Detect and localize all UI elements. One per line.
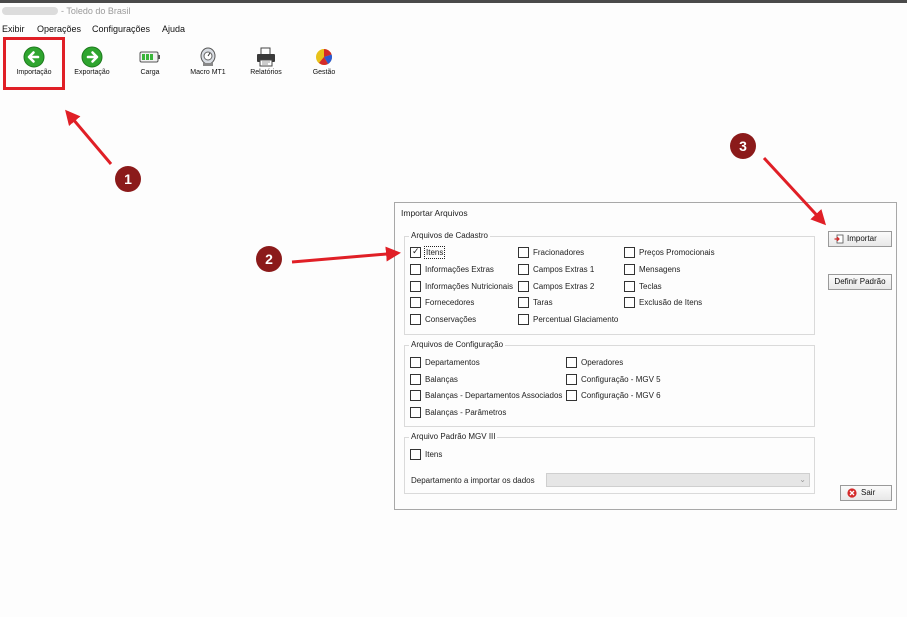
checkbox-label: Percentual Glaciamento xyxy=(533,315,619,324)
annotation-highlight-box xyxy=(3,37,65,90)
importar-button[interactable]: Importar xyxy=(828,231,892,247)
check-mark-icon: ✓ xyxy=(412,246,420,256)
printer-icon xyxy=(257,47,275,67)
checkbox-label: Fracionadores xyxy=(533,248,585,257)
annotation-arrow-2 xyxy=(291,246,401,264)
group-title-configuracao: Arquivos de Configuração xyxy=(409,340,506,349)
blurred-app-name xyxy=(2,7,58,15)
checkbox-label: Operadores xyxy=(581,358,624,367)
checkbox-label: Campos Extras 2 xyxy=(533,282,595,291)
checkbox-label: Exclusão de Itens xyxy=(639,298,703,307)
checkbox-label: Balanças - Departamentos Associados xyxy=(425,391,563,400)
checkbox-box xyxy=(566,374,577,385)
toolbar-relatorios-button[interactable]: Relatórios xyxy=(239,44,293,84)
checkbox-box xyxy=(624,264,635,275)
battery-icon xyxy=(139,51,160,63)
checkbox-box xyxy=(410,281,421,292)
import-file-icon xyxy=(834,234,844,244)
checkbox-box: ✓ xyxy=(410,246,421,258)
checkbox-label: Itens xyxy=(425,450,443,459)
checkbox-box xyxy=(566,390,577,401)
checkbox-label: Itens xyxy=(423,246,446,259)
annotation-arrow-1 xyxy=(65,109,113,165)
green-arrow-right-icon xyxy=(81,46,103,68)
checkbox-box xyxy=(518,281,529,292)
checkbox-box xyxy=(518,314,529,325)
window-title: - Toledo do Brasil xyxy=(2,6,130,16)
checkbox-box xyxy=(518,264,529,275)
annotation-badge-2: 2 xyxy=(256,246,282,272)
checkbox-label: Conservações xyxy=(425,315,477,324)
checkbox-label: Departamentos xyxy=(425,358,480,367)
checkbox-box xyxy=(624,281,635,292)
checkbox-box xyxy=(410,297,421,308)
checkbox-box xyxy=(410,314,421,325)
menu-exibir[interactable]: Exibir xyxy=(2,24,25,34)
title-bar-strip xyxy=(0,0,907,3)
pie-chart-icon xyxy=(316,49,333,65)
checkbox-box xyxy=(624,247,635,258)
checkbox-box xyxy=(410,264,421,275)
departamento-select[interactable]: ⌄ xyxy=(546,473,810,487)
sair-button-label: Sair xyxy=(861,488,876,497)
importar-arquivos-dialog: Importar Arquivos Arquivos de Cadastro A… xyxy=(394,202,897,510)
scale-icon xyxy=(200,47,216,66)
close-icon xyxy=(847,488,857,498)
checkbox-box xyxy=(624,297,635,308)
importar-button-label: Importar xyxy=(847,234,877,243)
sair-button[interactable]: Sair xyxy=(840,485,892,501)
toolbar-macro-mt1-button[interactable]: Macro MT1 xyxy=(181,44,235,84)
checkbox-label: Taras xyxy=(533,298,553,307)
menu-operacoes[interactable]: Operações xyxy=(37,24,81,34)
toolbar-gestao-label: Gestão xyxy=(312,69,336,76)
departamento-label: Departamento a importar os dados xyxy=(411,476,535,485)
checkbox-box xyxy=(410,357,421,368)
menu-ajuda[interactable]: Ajuda xyxy=(162,24,185,34)
toolbar-exportacao-label: Exportação xyxy=(74,69,110,76)
checkbox-box xyxy=(518,247,529,258)
checkbox-label: Preços Promocionais xyxy=(639,248,715,257)
definir-padrao-button[interactable]: Definir Padrão xyxy=(828,274,892,290)
chevron-down-icon: ⌄ xyxy=(799,475,806,484)
checkbox-label: Informações Extras xyxy=(425,265,494,274)
toolbar-gestao-button[interactable]: Gestão xyxy=(297,44,351,84)
checkbox-box xyxy=(518,297,529,308)
group-title-mgv3: Arquivo Padrão MGV III xyxy=(409,432,498,441)
checkbox-label: Campos Extras 1 xyxy=(533,265,595,274)
toolbar-carga-label: Carga xyxy=(140,69,160,76)
checkbox-label: Fornecedores xyxy=(425,298,475,307)
checkbox-box xyxy=(410,390,421,401)
annotation-badge-3: 3 xyxy=(730,133,756,159)
toolbar-macro-mt1-label: Macro MT1 xyxy=(190,69,226,76)
checkbox-box xyxy=(410,374,421,385)
dialog-title: Importar Arquivos xyxy=(401,208,468,218)
checkbox-label: Informações Nutricionais xyxy=(425,282,514,291)
checkbox-box xyxy=(410,449,421,460)
checkbox-label: Balanças - Parâmetros xyxy=(425,408,507,417)
checkbox-label: Configuração - MGV 6 xyxy=(581,391,661,400)
group-title-cadastro: Arquivos de Cadastro xyxy=(409,231,490,240)
window-title-text: - Toledo do Brasil xyxy=(61,6,131,16)
annotation-badge-1: 1 xyxy=(115,166,141,192)
checkbox-box xyxy=(566,357,577,368)
toolbar-exportacao-button[interactable]: Exportação xyxy=(65,44,119,84)
checkbox-label: Mensagens xyxy=(639,265,681,274)
checkbox-label: Teclas xyxy=(639,282,662,291)
menu-configuracoes[interactable]: Configurações xyxy=(92,24,150,34)
toolbar-carga-button[interactable]: Carga xyxy=(123,44,177,84)
checkbox-label: Balanças xyxy=(425,375,458,384)
definir-padrao-button-label: Definir Padrão xyxy=(834,277,886,286)
checkbox-label: Configuração - MGV 5 xyxy=(581,375,661,384)
toolbar-relatorios-label: Relatórios xyxy=(250,69,282,76)
checkbox-box xyxy=(410,407,421,418)
